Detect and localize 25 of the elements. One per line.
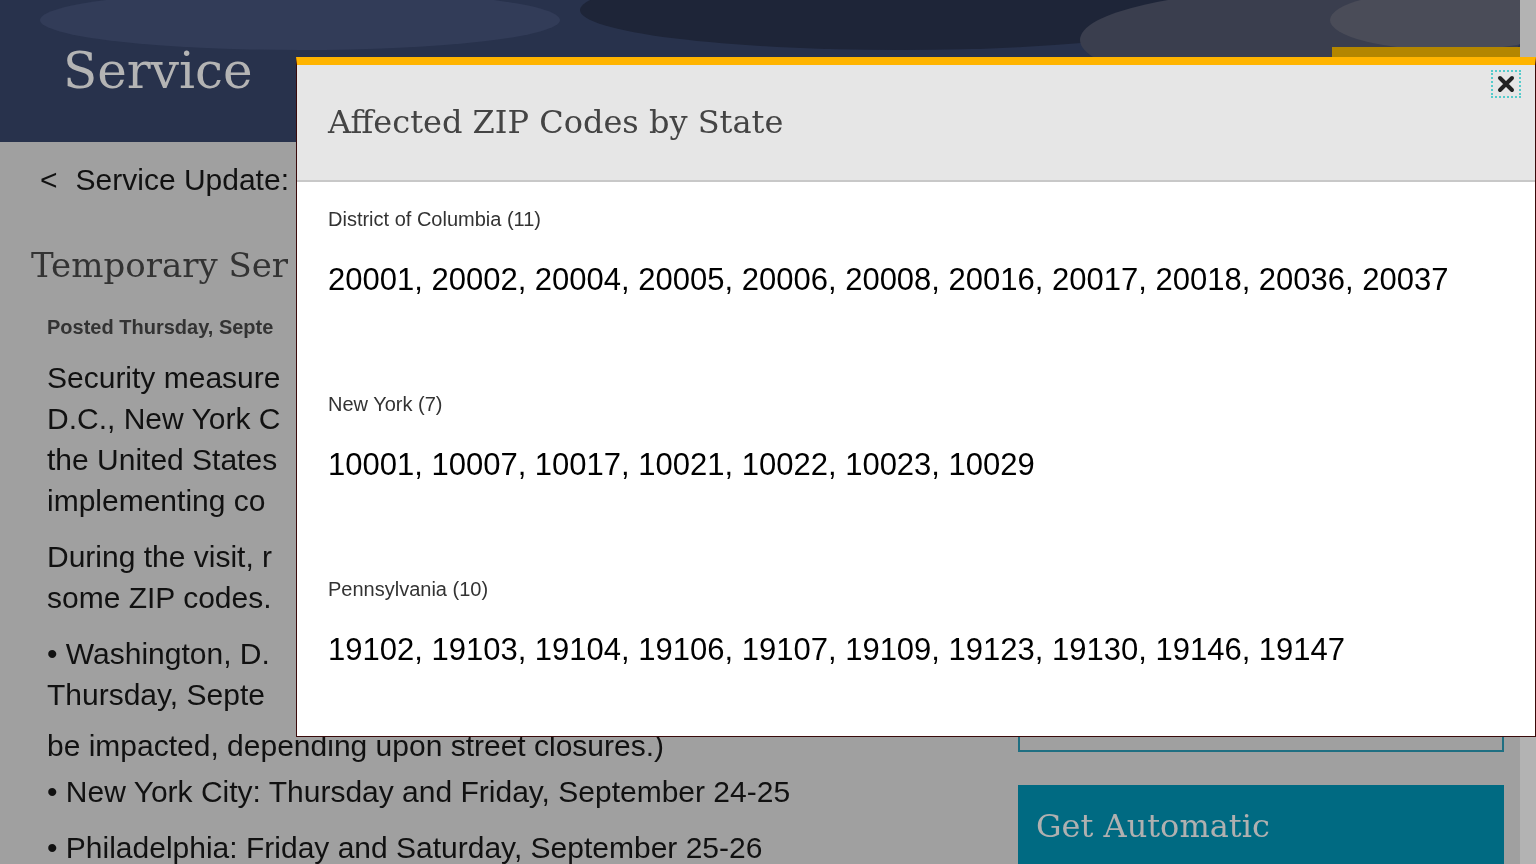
article-text: • Philadelphia: Friday and Saturday, September 25-26 (47, 830, 763, 864)
page-title: Service (63, 42, 253, 100)
close-icon (1497, 75, 1515, 93)
article-text: some ZIP codes. (47, 580, 272, 616)
article-text: During the visit, r (47, 539, 273, 575)
modal-title: Affected ZIP Codes by State (328, 102, 784, 141)
zip-code-list: 10001, 10007, 10017, 10021, 10022, 10023, 10029 (328, 445, 1035, 485)
article-text: implementing co (47, 483, 266, 519)
article-text: • Washington, D. (47, 636, 270, 672)
article-text: D.C., New York C (47, 401, 281, 437)
zip-code-list: 20001, 20002, 20004, 20005, 20006, 20008, 20016, 20017, 20018, 20036, 20037 (328, 260, 1449, 300)
article-heading: Temporary Ser (31, 244, 289, 287)
state-label: Pennsylvania (10) (328, 577, 489, 601)
zip-code-list: 19102, 19103, 19104, 19106, 19107, 19109, 19123, 19130, 19146, 19147 (328, 630, 1346, 670)
article-text: Security measure (47, 360, 281, 396)
posted-date: Posted Thursday, Septe (47, 315, 274, 339)
article-text: Thursday, Septe (47, 677, 265, 713)
article-text: be impacted, depending upon street closures.) (47, 728, 665, 764)
close-button[interactable] (1491, 70, 1521, 98)
article-text: • New York City: Thursday and Friday, September 24-25 (47, 774, 791, 810)
card-title: Get Automatic (1036, 807, 1271, 845)
state-label: New York (7) (328, 392, 443, 416)
state-label: District of Columbia (11) (328, 207, 542, 231)
breadcrumb-link[interactable]: < Service Update: (40, 164, 289, 196)
article-text: the United States (47, 442, 278, 478)
